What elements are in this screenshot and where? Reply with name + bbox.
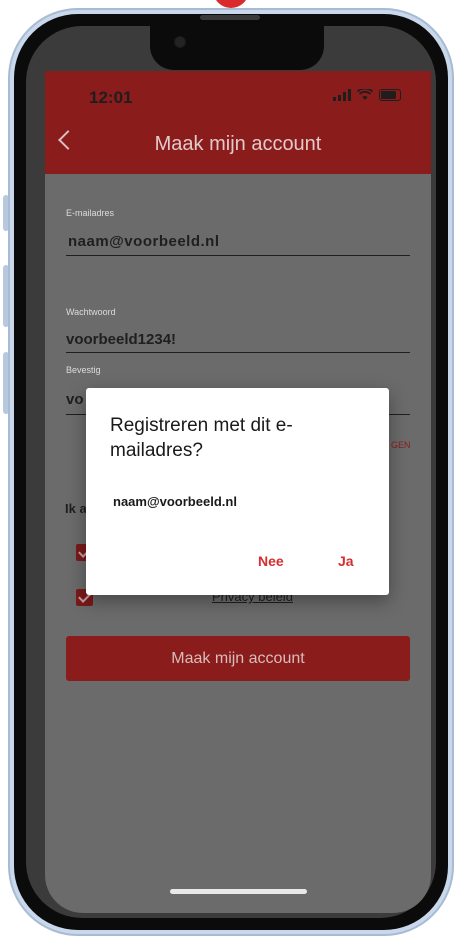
agree-heading: Ik a xyxy=(65,501,87,516)
red-indicator xyxy=(213,0,249,8)
status-icons xyxy=(333,89,401,101)
phone-notch xyxy=(150,26,324,70)
password-label: Wachtwoord xyxy=(66,307,116,317)
confirm-field[interactable]: vo xyxy=(66,391,84,408)
yes-button[interactable]: Ja xyxy=(338,553,354,569)
password-field[interactable]: voorbeeld1234! xyxy=(66,331,176,348)
battery-icon xyxy=(379,89,401,101)
password-underline xyxy=(66,352,410,353)
email-label: E-mailadres xyxy=(66,208,115,218)
confirm-label: Bevestig xyxy=(66,365,101,375)
show-password-toggle[interactable]: GEN xyxy=(391,440,411,450)
front-camera xyxy=(174,36,186,48)
wifi-icon xyxy=(357,89,373,100)
signal-bars-icon xyxy=(333,89,351,101)
app-header: 12:01 Maak mijn account xyxy=(45,71,431,174)
dialog-title: Registreren met dit e-mailadres? xyxy=(110,415,293,461)
earpiece-speaker xyxy=(200,15,260,20)
no-button[interactable]: Nee xyxy=(258,553,284,569)
email-field[interactable]: naam@voorbeeld.nl xyxy=(68,233,220,250)
email-underline xyxy=(66,255,410,256)
dialog-message: naam@voorbeeld.nl xyxy=(113,494,237,509)
home-indicator[interactable] xyxy=(170,889,307,894)
create-account-button[interactable]: Maak mijn account xyxy=(66,636,410,681)
phone-screen: 12:01 Maak mijn account E-mailadres naam… xyxy=(45,71,431,913)
page-title: Maak mijn account xyxy=(154,133,322,155)
status-time: 12:01 xyxy=(89,88,133,107)
confirm-dialog: Registreren met dit e-mailadres? naam@vo… xyxy=(86,388,389,595)
